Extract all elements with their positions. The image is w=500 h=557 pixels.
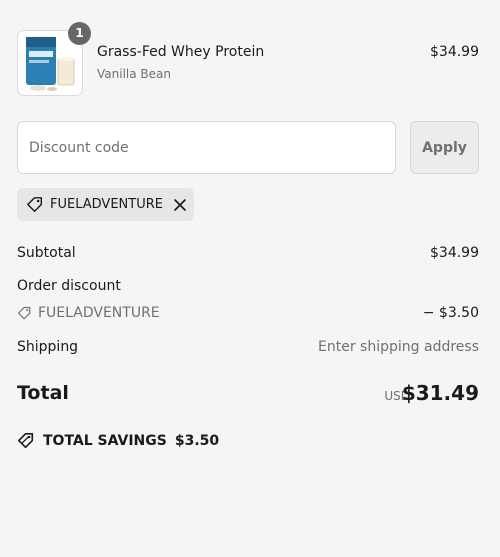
subtotal-row: Subtotal $34.99: [17, 245, 479, 261]
tag-icon: [27, 196, 43, 212]
shipping-row: Shipping Enter shipping address: [17, 339, 479, 355]
product-variant: Vanilla Bean: [97, 67, 171, 81]
product-price: $34.99: [430, 44, 479, 60]
apply-discount-button[interactable]: Apply: [410, 121, 479, 174]
order-discount-label: Order discount: [17, 278, 121, 294]
savings-value: $3.50: [174, 433, 220, 449]
subtotal-label: Subtotal: [17, 245, 76, 261]
tag-icon: [17, 306, 31, 319]
order-discount-code: FUELADVENTURE: [38, 305, 160, 321]
savings-tag-icon: [17, 432, 34, 449]
order-discount-row: Order discount: [17, 278, 479, 294]
line-item: 1 Grass-Fed Whey Protein Vanilla Bean $3…: [17, 22, 479, 96]
savings-label: TOTAL SAVINGS: [43, 433, 167, 449]
discount-code-input[interactable]: [17, 121, 396, 174]
order-discount-code-wrap: FUELADVENTURE: [17, 305, 479, 321]
shipping-value: Enter shipping address: [318, 339, 479, 355]
quantity-badge: 1: [68, 22, 91, 45]
shipping-label: Shipping: [17, 339, 79, 355]
total-label: Total: [17, 382, 69, 404]
order-discount-value: − $3.50: [422, 305, 479, 321]
product-name: Grass-Fed Whey Protein: [97, 44, 265, 60]
total-savings: TOTAL SAVINGS $3.50: [17, 432, 219, 450]
total-value: $31.49: [401, 381, 479, 405]
subtotal-value: $34.99: [430, 245, 479, 261]
applied-discount-tag: FUELADVENTURE: [17, 188, 194, 221]
order-discount-detail-row: FUELADVENTURE − $3.50: [17, 305, 479, 321]
applied-discount-code: FUELADVENTURE: [50, 197, 163, 212]
remove-discount-icon[interactable]: [173, 198, 187, 212]
